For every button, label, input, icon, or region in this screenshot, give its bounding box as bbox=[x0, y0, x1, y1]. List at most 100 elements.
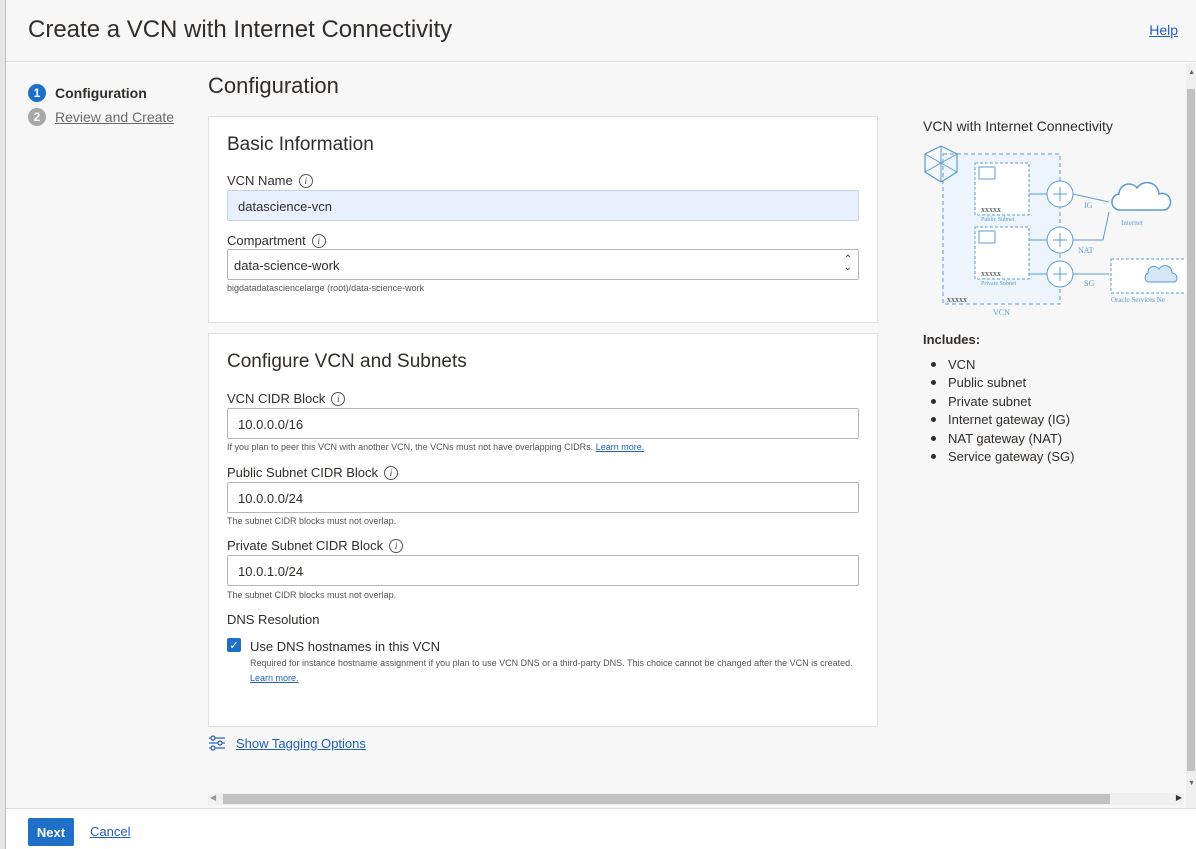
list-item: NAT gateway (NAT) bbox=[923, 429, 1074, 448]
list-item: Public subnet bbox=[923, 374, 1074, 393]
vcn-diagram: Public Subnet Private Subnet xxxxx xxxxx… bbox=[924, 145, 1188, 317]
info-icon[interactable]: i bbox=[331, 391, 346, 406]
private-cidr-help: The subnet CIDR blocks must not overlap. bbox=[227, 590, 397, 600]
vcn-cidr-help-text: If you plan to peer this VCN with anothe… bbox=[227, 442, 594, 452]
step-label-review[interactable]: Review and Create bbox=[55, 109, 174, 125]
list-item-text: Private subnet bbox=[948, 393, 1032, 409]
step-number-2: 2 bbox=[28, 108, 46, 126]
list-item-text: Public subnet bbox=[948, 375, 1027, 391]
private-cidr-label: Private Subnet CIDR Block i bbox=[227, 538, 404, 553]
list-item: Private subnet bbox=[923, 392, 1074, 411]
list-item: VCN bbox=[923, 355, 1074, 374]
compartment-path: bigdatadatasciencelarge (root)/data-scie… bbox=[227, 283, 425, 293]
list-item-text: Internet gateway (IG) bbox=[948, 412, 1071, 428]
compartment-select[interactable]: data-science-work ⌃ ⌄ bbox=[227, 249, 859, 280]
wizard-steps: 1 Configuration 2 Review and Create bbox=[28, 81, 174, 129]
show-tagging-options-label[interactable]: Show Tagging Options bbox=[236, 736, 366, 751]
section-title: Configuration bbox=[208, 73, 339, 98]
dialog-header: Create a VCN with Internet Connectivity … bbox=[6, 0, 1196, 62]
vcn-label: VCN bbox=[993, 308, 1010, 317]
dialog-title: Create a VCN with Internet Connectivity bbox=[28, 16, 453, 43]
diagram-title: VCN with Internet Connectivity bbox=[923, 118, 1113, 134]
chevron-updown-icon: ⌃ ⌄ bbox=[843, 254, 852, 273]
list-item-text: NAT gateway (NAT) bbox=[948, 430, 1063, 446]
vcn-cidr-label-text: VCN CIDR Block bbox=[227, 391, 326, 406]
step-number-1: 1 bbox=[28, 84, 46, 102]
nat-label: NAT bbox=[1078, 246, 1094, 255]
public-subnet-cidr-input[interactable]: 10.0.0.0/24 bbox=[227, 482, 859, 513]
vertical-scrollbar[interactable]: ▲ ▼ bbox=[1186, 63, 1196, 808]
dialog-body: 1 Configuration 2 Review and Create Conf… bbox=[6, 63, 1196, 808]
help-link[interactable]: Help bbox=[1149, 22, 1178, 38]
vcn-name-label-text: VCN Name bbox=[227, 173, 293, 188]
dns-description-text: Required for instance hostname assignmen… bbox=[250, 658, 853, 668]
vcn-name-input[interactable]: datascience-vcn bbox=[227, 190, 859, 221]
compartment-label: Compartment i bbox=[227, 233, 326, 248]
basic-information-card: Basic Information VCN Name i datascience… bbox=[208, 116, 878, 323]
dialog: Create a VCN with Internet Connectivity … bbox=[0, 0, 1196, 849]
vcn-name-label: VCN Name i bbox=[227, 173, 313, 188]
configure-vcn-card: Configure VCN and Subnets VCN CIDR Block… bbox=[208, 333, 878, 727]
step-review-and-create[interactable]: 2 Review and Create bbox=[28, 105, 174, 129]
dns-hostnames-checkbox[interactable]: ✓ bbox=[227, 638, 241, 652]
learn-more-link[interactable]: Learn more. bbox=[250, 673, 299, 683]
info-icon[interactable]: i bbox=[311, 233, 326, 248]
scroll-right-icon[interactable]: ▶ bbox=[1176, 793, 1182, 802]
compartment-label-text: Compartment bbox=[227, 233, 306, 248]
private-subnet-label: Private Subnet bbox=[981, 281, 1016, 287]
main-content: Configuration Basic Information VCN Name… bbox=[208, 63, 1188, 785]
includes-list: VCN Public subnet Private subnet Interne… bbox=[923, 355, 1074, 466]
scroll-down-icon[interactable]: ▼ bbox=[1188, 780, 1195, 787]
bullet bbox=[931, 380, 936, 386]
public-subnet-xxxxx: xxxxx bbox=[981, 205, 1001, 214]
dns-description: Required for instance hostname assignmen… bbox=[250, 656, 878, 686]
horizontal-scrollbar[interactable]: ◀ ▶ bbox=[208, 793, 1184, 805]
vertical-scroll-thumb[interactable] bbox=[1187, 89, 1195, 771]
dns-hostnames-label: Use DNS hostnames in this VCN bbox=[250, 639, 441, 654]
bullet bbox=[931, 435, 936, 441]
cancel-link[interactable]: Cancel bbox=[90, 824, 130, 839]
bullet bbox=[931, 454, 936, 460]
info-icon[interactable]: i bbox=[298, 173, 313, 188]
public-cidr-help: The subnet CIDR blocks must not overlap. bbox=[227, 516, 397, 526]
info-icon[interactable]: i bbox=[389, 538, 404, 553]
vcn-cidr-help: If you plan to peer this VCN with anothe… bbox=[227, 442, 644, 452]
scroll-up-icon[interactable]: ▲ bbox=[1188, 69, 1195, 76]
list-item-text: Service gateway (SG) bbox=[948, 449, 1075, 465]
vcn-xxxxx: xxxxx bbox=[947, 295, 967, 304]
sg-label: SG bbox=[1084, 279, 1094, 288]
learn-more-link[interactable]: Learn more. bbox=[596, 442, 645, 452]
private-subnet-xxxxx: xxxxx bbox=[981, 269, 1001, 278]
oracle-services-label: Oracle Services Ne bbox=[1111, 296, 1165, 304]
public-cidr-label-text: Public Subnet CIDR Block bbox=[227, 465, 379, 480]
dns-resolution-title: DNS Resolution bbox=[227, 612, 320, 627]
list-item: Service gateway (SG) bbox=[923, 448, 1074, 467]
public-cidr-label: Public Subnet CIDR Block i bbox=[227, 465, 399, 480]
step-label-configuration: Configuration bbox=[55, 85, 147, 101]
bullet bbox=[931, 361, 936, 367]
ig-label: IG bbox=[1084, 201, 1093, 210]
info-icon[interactable]: i bbox=[384, 465, 399, 480]
includes-title: Includes: bbox=[923, 332, 981, 347]
scroll-left-icon[interactable]: ◀ bbox=[210, 793, 216, 802]
list-item-text: VCN bbox=[948, 356, 976, 372]
dialog-footer: Next Cancel bbox=[6, 808, 1196, 849]
vcn-cidr-input[interactable]: 10.0.0.0/16 bbox=[227, 408, 859, 439]
sliders-icon bbox=[209, 735, 225, 751]
show-tagging-options-link[interactable]: Show Tagging Options bbox=[208, 735, 366, 751]
compartment-selected-value: data-science-work bbox=[234, 258, 340, 273]
side-panel: VCN with Internet Connectivity Public Su… bbox=[923, 118, 1188, 464]
private-cidr-label-text: Private Subnet CIDR Block bbox=[227, 538, 384, 553]
configure-vcn-title: Configure VCN and Subnets bbox=[227, 351, 467, 372]
horizontal-scroll-thumb[interactable] bbox=[223, 794, 1110, 804]
basic-information-title: Basic Information bbox=[227, 134, 374, 155]
bullet bbox=[931, 417, 936, 423]
bullet bbox=[931, 398, 936, 404]
step-configuration: 1 Configuration bbox=[28, 81, 174, 105]
next-button[interactable]: Next bbox=[28, 818, 74, 846]
private-subnet-cidr-input[interactable]: 10.0.1.0/24 bbox=[227, 555, 859, 586]
internet-label: Internet bbox=[1121, 219, 1143, 227]
public-subnet-label: Public Subnet bbox=[981, 217, 1015, 223]
list-item: Internet gateway (IG) bbox=[923, 411, 1074, 430]
vcn-cidr-label: VCN CIDR Block i bbox=[227, 391, 346, 406]
